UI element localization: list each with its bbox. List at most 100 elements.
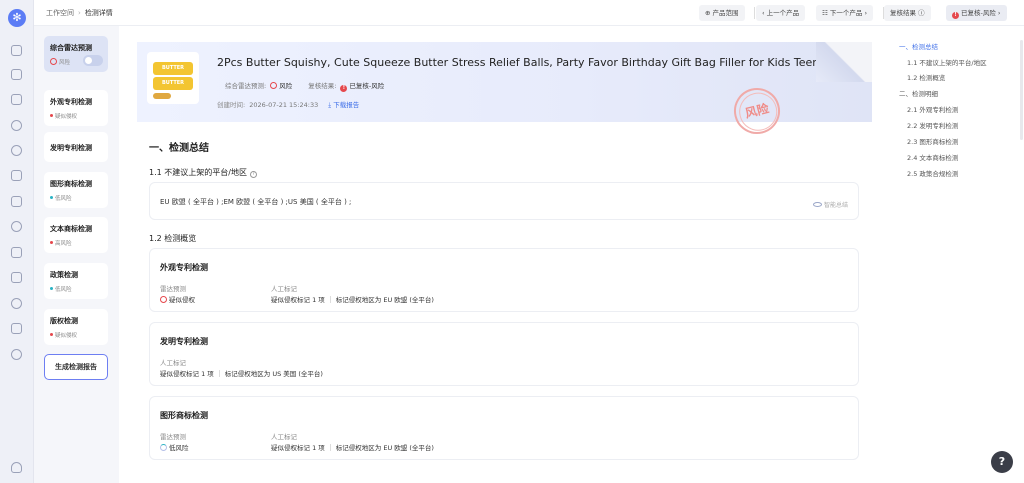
grid-icon[interactable] xyxy=(11,94,22,105)
status-dot xyxy=(50,333,53,336)
subsection-platforms-heading: 1.1 不建议上架的平台/地区? xyxy=(149,167,257,178)
scrollbar[interactable] xyxy=(1020,40,1023,140)
review-status-dropdown[interactable]: ! 已复核-风险 › xyxy=(946,5,1007,21)
alert-icon: ! xyxy=(340,85,348,92)
upload-icon[interactable] xyxy=(11,272,22,283)
status-dot xyxy=(50,241,53,244)
nav-title: 版权检测 xyxy=(50,317,78,325)
low-risk-icon xyxy=(160,444,167,451)
card-invention-patent: 发明专利检测 人工标记 疑似侵权标记 1 项标记侵权地区为 US 美国 (全平台… xyxy=(149,322,859,386)
eye-icon xyxy=(812,202,822,207)
toc-item-text[interactable]: 2.4 文本商标检测 xyxy=(907,152,958,162)
warning-icon xyxy=(50,58,57,65)
manual-label: 人工标记 xyxy=(160,359,186,367)
calendar-icon[interactable] xyxy=(11,170,22,181)
patent-icon[interactable] xyxy=(11,120,22,131)
nav-status: 疑似侵权 xyxy=(50,331,102,339)
smart-summary-button[interactable]: 智能总结 xyxy=(812,200,848,209)
card-title: 发明专利检测 xyxy=(160,337,208,346)
product-meta: 综合雷达预测: 风险 复核结果:! 已复核-风险 xyxy=(225,82,385,92)
toggle-switch[interactable] xyxy=(83,55,103,66)
list-icon: ☷ xyxy=(822,9,830,17)
toc-item-policy[interactable]: 2.5 政策合规检测 xyxy=(907,168,958,178)
scan-icon[interactable] xyxy=(11,323,22,334)
breadcrumb-workspace[interactable]: 工作空间 xyxy=(46,9,74,17)
breadcrumb: 工作空间 › 检测详情 xyxy=(46,8,113,18)
search-icon[interactable] xyxy=(11,298,22,309)
app-logo-icon[interactable]: ✻ xyxy=(8,9,26,27)
nav-graphic-trademark[interactable]: 图形商标检测 低风险 xyxy=(44,172,108,208)
product-thumb-label: BUTTER xyxy=(153,62,193,75)
download-report-link[interactable]: ⤓ 下载报告 xyxy=(328,101,359,109)
location-icon[interactable] xyxy=(11,145,22,156)
detection-nav: 综合雷达预测 风险 外观专利检测 疑似侵权 发明专利检测 图形商标检测 低风险 … xyxy=(34,26,119,483)
help-circle-icon[interactable]: ? xyxy=(249,171,257,178)
check-shield-icon[interactable] xyxy=(11,221,22,232)
toc-item-appearance[interactable]: 2.1 外观专利检测 xyxy=(907,104,958,114)
nav-appearance-patent[interactable]: 外观专利检测 疑似侵权 xyxy=(44,90,108,126)
alert-icon: ! xyxy=(952,12,959,19)
shield-icon[interactable] xyxy=(11,45,22,56)
generate-report-button[interactable]: 生成检测报告 xyxy=(44,354,108,380)
nav-title: 政策检测 xyxy=(50,271,78,279)
status-dot xyxy=(50,114,53,117)
platform-list: EU 欧盟 ( 全平台 ) ;EM 欧盟 ( 全平台 ) ;US 美国 ( 全平… xyxy=(160,198,352,206)
car-icon[interactable] xyxy=(11,69,22,80)
document-icon[interactable] xyxy=(11,196,22,207)
manual-label: 人工标记 xyxy=(271,285,297,293)
nav-title: 文本商标检测 xyxy=(50,225,92,233)
help-button[interactable]: ? xyxy=(991,451,1013,473)
section-summary-heading: 一、检测总结 xyxy=(149,143,209,154)
radar-value: 疑似侵权 xyxy=(160,294,195,304)
divider xyxy=(329,296,331,303)
settings-icon[interactable] xyxy=(11,349,22,360)
nav-invention-patent[interactable]: 发明专利检测 xyxy=(44,132,108,162)
prev-product-button[interactable]: ‹ 上一个产品 xyxy=(756,5,806,21)
toc-item-graphic[interactable]: 2.3 图形商标检测 xyxy=(907,136,958,146)
warning-icon xyxy=(270,82,278,89)
user-icon[interactable] xyxy=(11,462,22,473)
product-scope-button[interactable]: ⊕ 产品范围 xyxy=(699,5,745,21)
top-bar: 工作空间 › 检测详情 ⊕ 产品范围 ‹ 上一个产品 ☷ 下一个产品 › 复核结果 … xyxy=(34,0,1024,26)
nav-status: 低风险 xyxy=(50,194,102,202)
warning-icon xyxy=(160,296,167,303)
list-icon[interactable] xyxy=(11,247,22,258)
toc-item-invention[interactable]: 2.2 发明专利检测 xyxy=(907,120,958,130)
toc-item-platforms[interactable]: 1.1 不建议上架的平台/地区 xyxy=(907,57,987,67)
nav-title: 图形商标检测 xyxy=(50,180,92,188)
platforms-box: EU 欧盟 ( 全平台 ) ;EM 欧盟 ( 全平台 ) ;US 美国 ( 全平… xyxy=(149,182,859,220)
manual-value: 疑似侵权标记 1 项标记侵权地区为 EU 欧盟 (全平台) xyxy=(271,296,434,304)
nav-title: 外观专利检测 xyxy=(50,98,92,106)
status-dot xyxy=(50,287,53,290)
main-content: BUTTER BUTTER 2Pcs Butter Squishy, Cute … xyxy=(119,26,872,483)
divider xyxy=(218,370,220,377)
divider xyxy=(754,7,755,19)
next-product-button[interactable]: ☷ 下一个产品 › xyxy=(816,5,874,21)
created-time: 2026-07-21 15:24:33 xyxy=(249,101,319,109)
review-result-button[interactable]: 复核结果 ⓘ xyxy=(884,5,931,21)
scope-icon: ⊕ xyxy=(705,9,713,17)
toc-item-overview[interactable]: 1.2 检测概览 xyxy=(907,72,945,82)
card-appearance-patent: 外观专利检测 雷达预测 疑似侵权 人工标记 疑似侵权标记 1 项标记侵权地区为 … xyxy=(149,248,859,312)
nav-status: 疑似侵权 xyxy=(50,112,102,120)
nav-status: 高风险 xyxy=(50,239,102,247)
product-thumb-label: BUTTER xyxy=(153,77,193,90)
chevron-right-icon: › xyxy=(862,9,868,17)
page-fold-decoration xyxy=(816,42,872,82)
nav-title: 综合雷达预测 xyxy=(50,44,92,52)
nav-text-trademark[interactable]: 文本商标检测 高风险 xyxy=(44,217,108,253)
card-title: 外观专利检测 xyxy=(160,263,208,272)
radar-label: 雷达预测 xyxy=(160,433,186,441)
nav-policy[interactable]: 政策检测 低风险 xyxy=(44,263,108,299)
toc-item-details[interactable]: 二、检测明细 xyxy=(899,88,938,98)
nav-copyright[interactable]: 版权检测 疑似侵权 xyxy=(44,309,108,345)
breadcrumb-current: 检测详情 xyxy=(84,9,113,17)
divider xyxy=(329,444,331,451)
manual-value: 疑似侵权标记 1 项标记侵权地区为 EU 欧盟 (全平台) xyxy=(271,444,434,452)
nav-radar-prediction[interactable]: 综合雷达预测 风险 xyxy=(44,36,108,72)
toc-item-summary[interactable]: 一、检测总结 xyxy=(899,41,938,51)
nav-title: 发明专利检测 xyxy=(50,144,92,152)
product-image: BUTTER BUTTER xyxy=(147,52,199,104)
chevron-right-icon: › xyxy=(995,9,1001,17)
radar-value: 低风险 xyxy=(160,442,189,452)
